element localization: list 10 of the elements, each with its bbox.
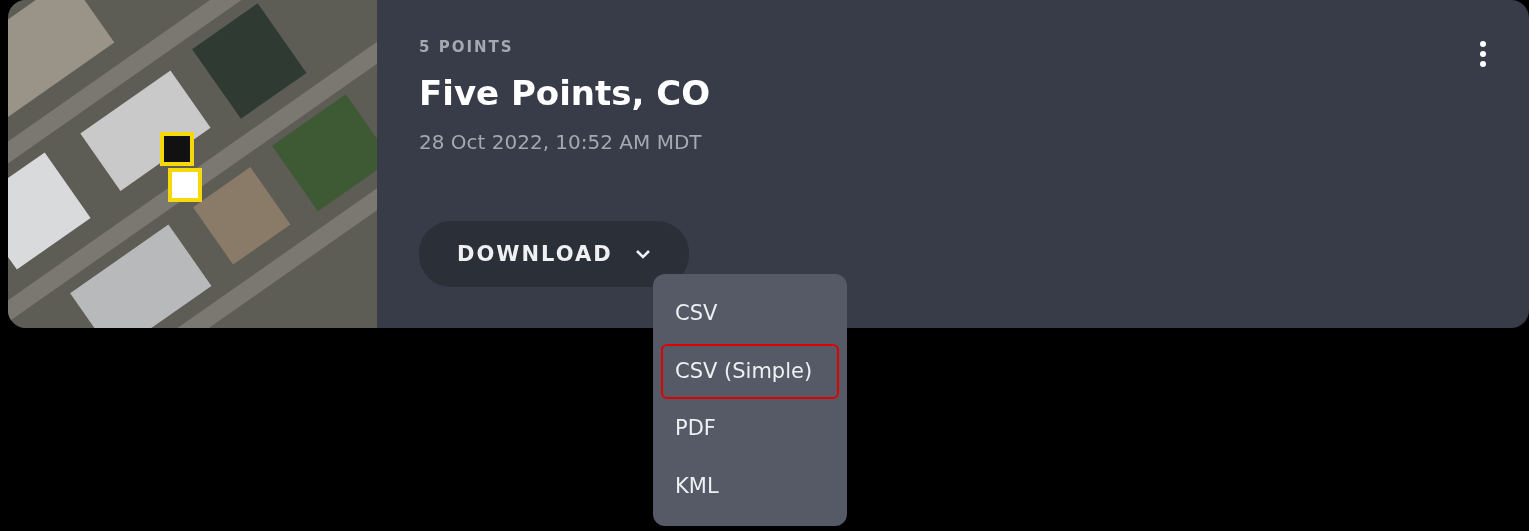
menu-item[interactable]: KML — [661, 458, 839, 514]
caret-icon — [634, 249, 651, 260]
more-options-icon[interactable] — [1479, 40, 1487, 68]
menu-item[interactable]: CSV (Simple) — [661, 343, 839, 399]
timestamp: 28 Oct 2022, 10:52 AM MDT — [419, 129, 702, 157]
download-button[interactable]: DOWNLOAD — [419, 221, 689, 288]
location-title: Five Points, CO — [419, 72, 711, 114]
points-count: 5 POINTS — [419, 37, 514, 58]
menu-item[interactable]: CSV — [661, 286, 839, 342]
menu-item[interactable]: PDF — [661, 401, 839, 457]
